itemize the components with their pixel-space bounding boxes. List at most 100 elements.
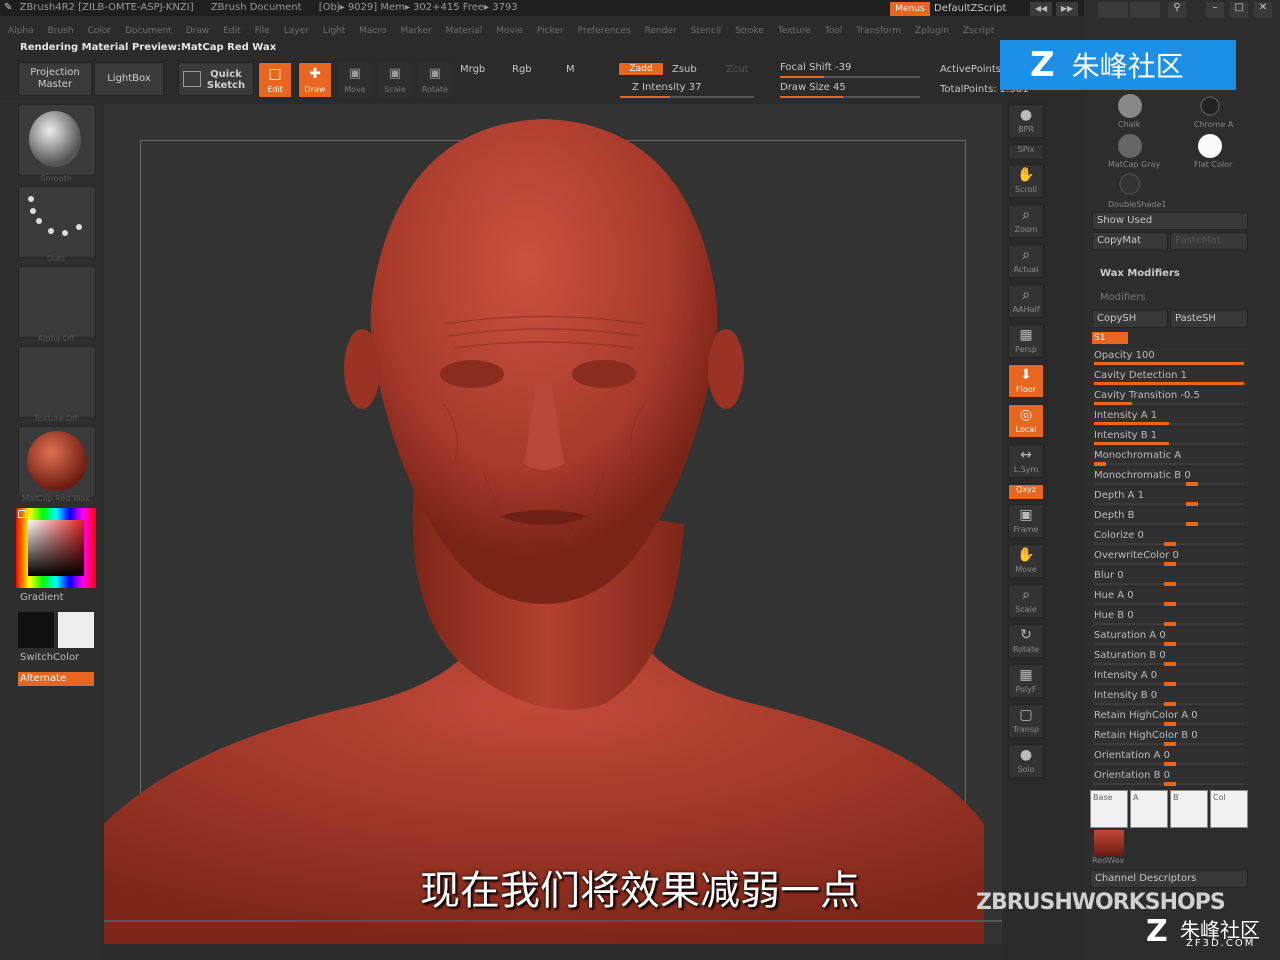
rgb-button[interactable]: Rgb xyxy=(512,64,532,75)
modifier-knob[interactable] xyxy=(1164,662,1176,666)
rotate-button[interactable]: ▣ Rotate xyxy=(418,62,452,98)
modifier-slider[interactable]: Opacity 100 xyxy=(1092,348,1248,366)
sculpted-head-model[interactable] xyxy=(104,104,1002,944)
menu-item-file[interactable]: File xyxy=(255,26,270,36)
channel-base[interactable]: Base xyxy=(1090,790,1128,828)
lightbox-button[interactable]: LightBox xyxy=(94,62,164,96)
modifier-slider[interactable]: Monochromatic B 0 xyxy=(1092,468,1248,486)
shelf-scroll-button[interactable]: ✋ Scroll xyxy=(1008,164,1044,198)
menu-item-picker[interactable]: Picker xyxy=(537,26,564,36)
channel-a[interactable]: A xyxy=(1130,790,1168,828)
shelf-transp-button[interactable]: ▢ Transp xyxy=(1008,704,1044,738)
menu-item-stencil[interactable]: Stencil xyxy=(691,26,721,36)
nav-forward-icon[interactable]: ▶▶ xyxy=(1056,2,1078,16)
menu-item-edit[interactable]: Edit xyxy=(223,26,240,36)
modifier-slider[interactable]: Cavity Transition -0.5 xyxy=(1092,388,1248,406)
modifier-slider[interactable]: Saturation A 0 xyxy=(1092,628,1248,646)
shelf-move-button[interactable]: ✋ Move xyxy=(1008,544,1044,578)
stroke-thumbnail[interactable] xyxy=(18,186,96,258)
texture-thumbnail[interactable] xyxy=(18,346,96,418)
gradient-label[interactable]: Gradient xyxy=(20,592,64,603)
shelf-aahalf-button[interactable]: ⌕ AAHalf xyxy=(1008,284,1044,318)
menu-item-marker[interactable]: Marker xyxy=(401,26,432,36)
menu-item-draw[interactable]: Draw xyxy=(186,26,210,36)
modifier-slider[interactable]: Depth A 1 xyxy=(1092,488,1248,506)
switch-color-button[interactable]: SwitchColor xyxy=(20,652,79,663)
modifier-knob[interactable] xyxy=(1164,782,1176,786)
secondary-color-swatch[interactable] xyxy=(58,612,94,648)
nav-back-icon[interactable]: ◀◀ xyxy=(1030,2,1052,16)
lock-icon[interactable]: ⚲ xyxy=(1168,2,1186,18)
menu-item-texture[interactable]: Texture xyxy=(778,26,811,36)
mrgb-button[interactable]: Mrgb xyxy=(460,64,485,75)
modifier-slider[interactable]: Intensity B 1 xyxy=(1092,428,1248,446)
shelf-persp-button[interactable]: ▦ Persp xyxy=(1008,324,1044,358)
channel-b[interactable]: B xyxy=(1170,790,1208,828)
menu-item-alpha[interactable]: Alpha xyxy=(8,26,34,36)
menu-item-light[interactable]: Light xyxy=(323,26,345,36)
copymat-button[interactable]: CopyMat xyxy=(1092,232,1168,250)
z-intensity-slider[interactable]: Z Intensity 37 xyxy=(632,82,701,93)
minimize-icon[interactable]: – xyxy=(1206,2,1224,18)
shelf-zoom-button[interactable]: ⌕ Zoom xyxy=(1008,204,1044,238)
menu-item-zscript[interactable]: Zscript xyxy=(963,26,994,36)
menu-item-color[interactable]: Color xyxy=(88,26,112,36)
scale-button[interactable]: ▣ Scale xyxy=(378,62,412,98)
modifier-knob[interactable] xyxy=(1164,562,1176,566)
maximize-icon[interactable]: □ xyxy=(1230,2,1248,18)
menu-item-tool[interactable]: Tool xyxy=(825,26,842,36)
modifier-slider[interactable]: Hue A 0 xyxy=(1092,588,1248,606)
default-zscript-button[interactable]: DefaultZScript xyxy=(934,2,1020,16)
channel-col[interactable]: Col xyxy=(1210,790,1248,828)
modifier-slider[interactable]: Retain HighColor B 0 xyxy=(1092,728,1248,746)
edit-button[interactable]: □ Edit xyxy=(258,62,292,98)
modifier-slider[interactable]: Hue B 0 xyxy=(1092,608,1248,626)
modifier-slider[interactable]: Depth B xyxy=(1092,508,1248,526)
tray-icon-2[interactable] xyxy=(1130,2,1160,18)
color-picker[interactable] xyxy=(16,508,96,588)
show-used-button[interactable]: Show Used xyxy=(1092,212,1248,230)
shelf-floor-button[interactable]: ⬇ Floor xyxy=(1008,364,1044,398)
modifier-knob[interactable] xyxy=(1186,482,1199,486)
menu-item-stroke[interactable]: Stroke xyxy=(735,26,764,36)
scroll-bar-bottom[interactable] xyxy=(104,920,1002,922)
modifier-slider[interactable]: Cavity Detection 1 xyxy=(1092,368,1248,386)
redwax-thumbnail[interactable] xyxy=(1094,830,1124,856)
zsub-button[interactable]: Zsub xyxy=(672,64,697,75)
menu-item-zplugin[interactable]: Zplugin xyxy=(915,26,949,36)
menu-item-preferences[interactable]: Preferences xyxy=(578,26,631,36)
shelf-rotate-button[interactable]: ↻ Rotate xyxy=(1008,624,1044,658)
modifier-slider[interactable]: Blur 0 xyxy=(1092,568,1248,586)
close-icon[interactable]: ✕ xyxy=(1254,2,1272,18)
menu-item-macro[interactable]: Macro xyxy=(359,26,386,36)
zadd-button[interactable]: Zadd xyxy=(618,62,664,76)
modifier-knob[interactable] xyxy=(1186,502,1199,506)
shelf-solo-button[interactable]: ● Solo xyxy=(1008,744,1044,778)
modifier-slider[interactable]: OverwriteColor 0 xyxy=(1092,548,1248,566)
menu-item-layer[interactable]: Layer xyxy=(284,26,309,36)
modifier-slider[interactable]: Retain HighColor A 0 xyxy=(1092,708,1248,726)
menu-item-movie[interactable]: Movie xyxy=(496,26,523,36)
modifier-slider[interactable]: Orientation A 0 xyxy=(1092,748,1248,766)
move-button[interactable]: ▣ Move xyxy=(338,62,372,98)
m-button[interactable]: M xyxy=(566,64,575,75)
quick-sketch-button[interactable]: Quick Sketch xyxy=(178,62,254,96)
modifier-slider[interactable]: Saturation B 0 xyxy=(1092,648,1248,666)
modifier-knob[interactable] xyxy=(1164,542,1176,546)
draw-size-slider[interactable]: Draw Size 45 xyxy=(780,82,846,93)
modifier-knob[interactable] xyxy=(1164,602,1176,606)
modifier-knob[interactable] xyxy=(1186,522,1199,526)
shelf-bpr-button[interactable]: ● BPR xyxy=(1008,104,1044,138)
modifier-knob[interactable] xyxy=(1164,722,1176,726)
brush-thumbnail[interactable] xyxy=(18,104,96,176)
shelf-polyf-button[interactable]: ▦ PolyF xyxy=(1008,664,1044,698)
pastesh-button[interactable]: PasteSH xyxy=(1170,310,1248,328)
zcut-button[interactable]: Zcut xyxy=(726,64,749,75)
wax-modifiers-header[interactable]: Wax Modifiers xyxy=(1100,268,1180,279)
copysh-button[interactable]: CopySH xyxy=(1092,310,1168,328)
modifier-slider[interactable]: Orientation B 0 xyxy=(1092,768,1248,786)
shelf-actual-button[interactable]: ⌕ Actual xyxy=(1008,244,1044,278)
modifier-slider[interactable]: Intensity A 1 xyxy=(1092,408,1248,426)
modifier-knob[interactable] xyxy=(1164,682,1176,686)
modifier-knob[interactable] xyxy=(1164,582,1176,586)
